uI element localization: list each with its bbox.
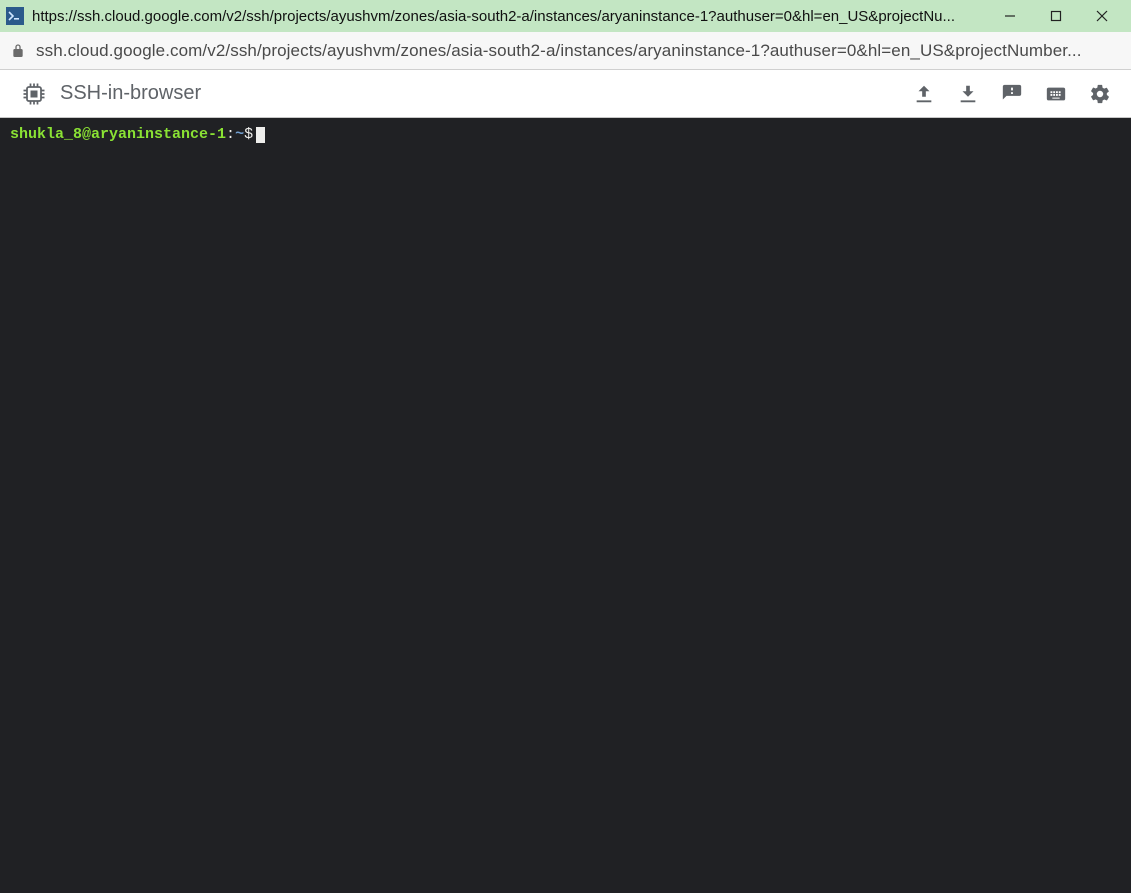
maximize-icon [1050,10,1062,22]
terminal-cursor [256,127,265,143]
upload-button[interactable] [913,83,935,105]
window-titlebar: https://ssh.cloud.google.com/v2/ssh/proj… [0,0,1131,32]
feedback-button[interactable] [1001,83,1023,105]
minimize-icon [1004,10,1016,22]
terminal[interactable]: shukla_8@aryaninstance-1:~$ [0,118,1131,893]
app-header: SSH-in-browser [0,70,1131,118]
window-controls [987,0,1125,32]
settings-button[interactable] [1089,83,1111,105]
download-button[interactable] [957,83,979,105]
keyboard-icon [1045,83,1067,105]
prompt-user-host: shukla_8@aryaninstance-1 [10,126,226,143]
download-icon [957,83,979,105]
address-bar: ssh.cloud.google.com/v2/ssh/projects/ayu… [0,32,1131,70]
close-button[interactable] [1079,0,1125,32]
window-title-text: https://ssh.cloud.google.com/v2/ssh/proj… [32,8,987,25]
terminal-prompt-line: shukla_8@aryaninstance-1:~$ [10,126,1121,144]
gear-icon [1089,83,1111,105]
upload-icon [913,83,935,105]
keyboard-button[interactable] [1045,83,1067,105]
cpu-icon [20,80,48,108]
app-icon [6,7,24,25]
app-title: SSH-in-browser [60,82,201,105]
prompt-symbol: $ [244,126,253,143]
minimize-button[interactable] [987,0,1033,32]
prompt-path: ~ [235,126,244,143]
lock-icon [10,43,26,59]
close-icon [1096,10,1108,22]
maximize-button[interactable] [1033,0,1079,32]
prompt-separator: : [226,126,235,143]
address-url-text[interactable]: ssh.cloud.google.com/v2/ssh/projects/ayu… [36,41,1121,61]
feedback-icon [1001,83,1023,105]
